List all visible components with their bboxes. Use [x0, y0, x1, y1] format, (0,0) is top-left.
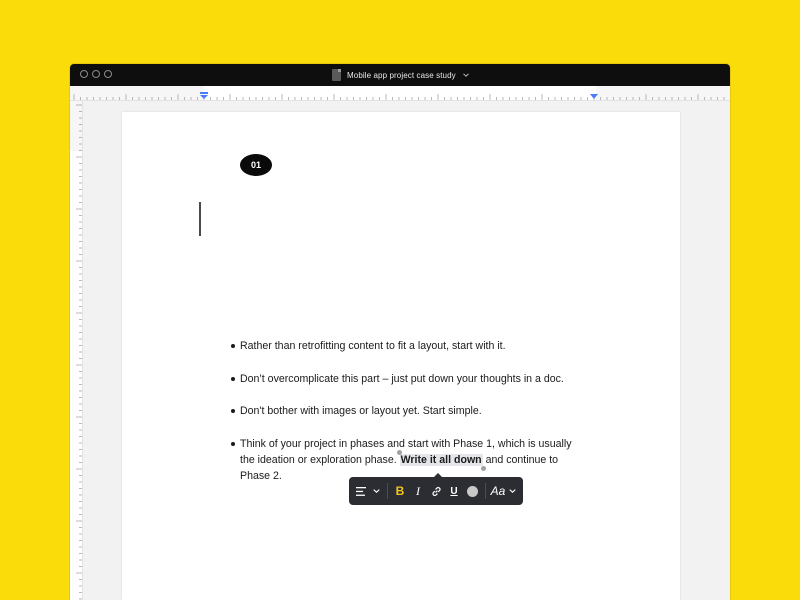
minimize-window-button[interactable]	[92, 70, 100, 78]
document-title: Mobile app project case study	[347, 70, 456, 80]
list-item-text-after-selection: and continue to	[485, 453, 559, 466]
selected-text-content: Write it all down	[400, 453, 482, 466]
text-color-button[interactable]	[463, 477, 481, 505]
italic-button[interactable]: I	[409, 477, 427, 505]
list-item-text: Don’t overcomplicate this part – just pu…	[240, 372, 564, 385]
toolbar-divider	[485, 483, 486, 499]
selection-end-handle[interactable]	[480, 465, 486, 471]
font-style-dropdown[interactable]: Aa	[487, 477, 521, 505]
close-window-button[interactable]	[80, 70, 88, 78]
list-item-text-before-selection: the ideation or exploration phase.	[240, 453, 397, 466]
bullet-list: Rather than retrofitting content to fit …	[222, 338, 582, 500]
list-item[interactable]: Don’t overcomplicate this part – just pu…	[222, 371, 582, 387]
color-swatch	[466, 485, 478, 497]
chevron-down-icon	[509, 489, 517, 493]
text-cursor	[199, 202, 201, 236]
section-number-badge: 01	[240, 154, 272, 176]
list-item-text: Don't bother with images or layout yet. …	[240, 405, 482, 417]
link-icon	[431, 486, 441, 496]
vertical-ruler-ticks	[76, 104, 82, 600]
title-bar: Mobile app project case study	[70, 64, 730, 86]
selection-start-handle[interactable]	[396, 449, 402, 455]
bullet-dot	[231, 409, 235, 413]
list-item[interactable]: Rather than retrofitting content to fit …	[222, 338, 582, 354]
bullet-dot	[231, 441, 235, 446]
bold-button[interactable]: B	[391, 477, 409, 505]
left-indent-marker[interactable]	[200, 92, 208, 99]
bullet-dot	[231, 376, 235, 381]
document-icon	[332, 69, 341, 81]
list-item[interactable]: Don't bother with images or layout yet. …	[222, 403, 582, 419]
document-title-menu[interactable]: Mobile app project case study	[332, 68, 470, 82]
right-indent-marker[interactable]	[590, 92, 598, 99]
align-dropdown-button[interactable]	[353, 477, 383, 505]
align-left-icon	[355, 486, 366, 496]
underline-button[interactable]: U	[445, 477, 463, 505]
chevron-down-icon	[462, 73, 469, 77]
horizontal-ruler	[70, 86, 730, 101]
toolbar-divider	[387, 483, 388, 499]
list-item-text: Rather than retrofitting content to fit …	[240, 340, 506, 352]
chevron-down-icon	[372, 489, 380, 493]
font-style-label: Aa	[490, 484, 506, 498]
bullet-dot	[231, 344, 235, 348]
formatting-toolbar: B I U Aa	[349, 473, 523, 505]
document-page[interactable]: 01 Rather than retrofitting content to f…	[122, 112, 680, 600]
selected-text[interactable]: Write it all down	[396, 449, 486, 471]
ruler-ticks	[73, 94, 725, 100]
maximize-window-button[interactable]	[104, 70, 112, 78]
list-item-text-line-1: Think of your project in phases and star…	[240, 437, 572, 450]
app-window: Mobile app project case study 01 Rather …	[70, 64, 730, 600]
vertical-ruler	[70, 101, 83, 600]
list-item-text-line-3: Phase 2.	[240, 469, 282, 482]
link-button[interactable]	[427, 477, 445, 505]
